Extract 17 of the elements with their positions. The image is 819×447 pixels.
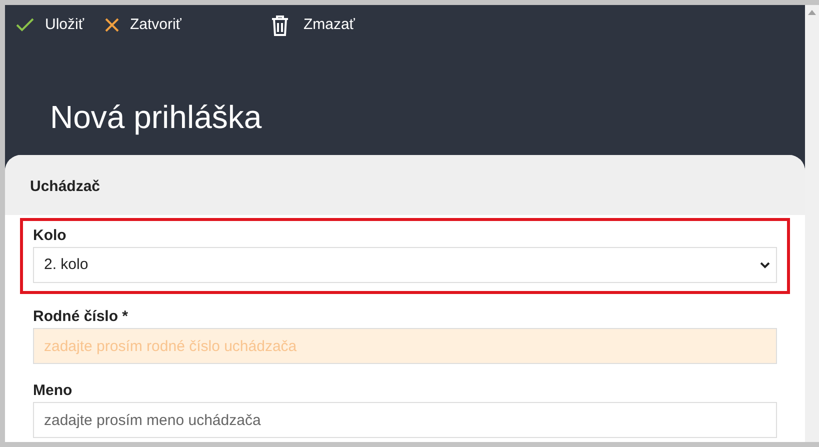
field-label: Meno	[33, 382, 74, 400]
page-title: Nová prihláška	[49, 98, 263, 137]
trash-icon	[271, 14, 290, 36]
delete-button[interactable]: Zmazať	[271, 14, 355, 36]
field-label: Rodné číslo *	[33, 308, 130, 326]
section-title: Uchádzač	[30, 176, 100, 197]
check-icon	[15, 17, 35, 33]
save-button[interactable]: Uložiť	[15, 14, 84, 36]
scroll-up-icon[interactable]	[808, 10, 816, 15]
close-button[interactable]: Zatvoriť	[104, 14, 182, 36]
chevron-down-icon	[760, 262, 770, 268]
close-icon	[104, 17, 120, 33]
input-field[interactable]: zadajte prosím rodné číslo uchádzača	[33, 328, 777, 364]
scrollbar[interactable]	[805, 5, 819, 442]
input-field[interactable]: zadajte prosím meno uchádzača	[33, 402, 777, 438]
field-label: Kolo	[33, 227, 68, 245]
dropdown[interactable]: 2. kolo	[33, 247, 777, 283]
